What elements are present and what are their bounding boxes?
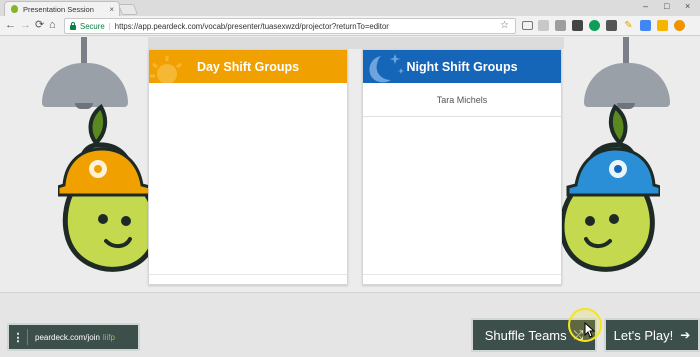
peardeck-favicon-icon (11, 5, 18, 13)
mouse-pointer-icon (584, 322, 596, 338)
join-code: liifp (102, 332, 115, 342)
lock-icon (70, 21, 76, 30)
extension-icon[interactable] (555, 20, 566, 31)
secure-label: Secure (80, 21, 105, 31)
reload-icon[interactable]: ⟳ (35, 19, 44, 31)
url-text[interactable]: https://app.peardeck.com/vocab/presenter… (115, 22, 389, 31)
night-shift-groups-panel: Night Shift Groups Tara Michels (362, 49, 562, 285)
join-url: peardeck.com/join (35, 332, 100, 342)
more-options-icon[interactable]: ⋮ (9, 331, 27, 344)
moon-icon (369, 54, 405, 83)
minimize-button[interactable]: – (643, 1, 648, 11)
pencil-icon[interactable]: ✎ (623, 20, 634, 31)
divider (27, 329, 28, 345)
cast-icon[interactable] (522, 21, 533, 30)
forward-icon[interactable]: → (20, 19, 31, 31)
lets-play-label: Let's Play! (613, 327, 674, 343)
day-shift-pear-icon (58, 104, 158, 272)
presenter-stage: Day Shift Groups Night Shift Groups Tara… (0, 37, 700, 357)
lets-play-button[interactable]: Let's Play! ➔ (604, 318, 700, 352)
new-tab-button[interactable] (117, 4, 139, 15)
address-bar[interactable]: Secure | https://app.peardeck.com/vocab/… (64, 18, 516, 34)
night-shift-header: Night Shift Groups (363, 50, 561, 83)
divider (149, 274, 347, 275)
back-icon[interactable]: ← (5, 19, 16, 31)
day-shift-header: Day Shift Groups (149, 50, 347, 83)
day-shift-groups-panel: Day Shift Groups (148, 49, 348, 285)
arrow-right-icon: ➔ (680, 328, 691, 342)
join-url-box[interactable]: ⋮ peardeck.com/join liifp (7, 323, 140, 351)
extension-icon[interactable] (640, 20, 651, 31)
extension-icon[interactable] (589, 20, 600, 31)
address-separator: | (108, 21, 111, 31)
extension-icon[interactable] (606, 20, 617, 31)
night-shift-title: Night Shift Groups (406, 59, 518, 74)
browser-tab[interactable]: Presentation Session × (4, 1, 120, 16)
extension-icon[interactable] (674, 20, 685, 31)
browser-toolbar: ← → ⟳ ⌂ Secure | https://app.peardeck.co… (0, 16, 700, 36)
list-item: Tara Michels (363, 83, 561, 117)
folder-icon[interactable] (657, 20, 668, 31)
tab-title: Presentation Session (23, 4, 94, 14)
browser-tab-bar: Presentation Session × – □ × (0, 0, 700, 16)
member-name: Tara Michels (436, 94, 488, 105)
sun-icon (150, 56, 182, 83)
extension-icon[interactable] (538, 20, 549, 31)
day-shift-title: Day Shift Groups (196, 59, 300, 74)
bookmark-star-icon[interactable]: ☆ (500, 20, 509, 31)
close-window-button[interactable]: × (685, 1, 690, 11)
night-shift-pear-icon (560, 104, 660, 272)
home-icon[interactable]: ⌂ (49, 19, 56, 31)
maximize-button[interactable]: □ (664, 1, 669, 11)
ceiling-beam (148, 37, 564, 49)
shuffle-teams-label: Shuffle Teams (484, 327, 567, 343)
tab-close-icon[interactable]: × (109, 5, 114, 14)
divider (363, 274, 561, 275)
extension-icon[interactable] (572, 20, 583, 31)
